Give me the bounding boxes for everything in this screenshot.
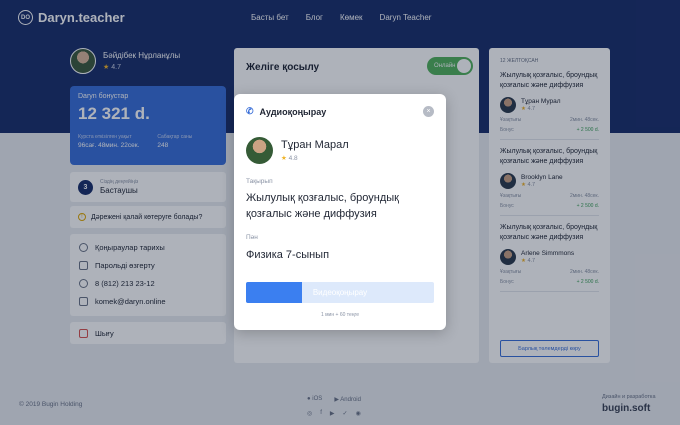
call-timer: 1 мин + 60 теңге <box>320 312 360 318</box>
phone-icon: ✆ <box>246 106 254 116</box>
audio-call-modal: ✆ Аудиоқоңырау × Тұран Марал ★ 4.8 Тақыр… <box>234 94 446 330</box>
avatar <box>246 137 273 164</box>
video-call-button[interactable]: Видеоқоңырау <box>246 282 434 303</box>
tutor-name: Тұран Марал <box>281 139 349 151</box>
tutor-rating: ★ 4.8 <box>281 154 349 162</box>
modal-title: Аудиоқоңырау <box>259 106 327 117</box>
close-icon[interactable]: × <box>423 106 434 117</box>
modal-header: ✆ Аудиоқоңырау <box>246 106 326 117</box>
star-icon: ★ <box>281 155 287 162</box>
subject-label: Пән <box>246 234 258 241</box>
tutor: Тұран Марал ★ 4.8 <box>246 137 349 164</box>
subject-value: Физика 7-сынып <box>246 249 330 261</box>
topic-label: Тақырып <box>246 178 273 185</box>
tutor-rating-value: 4.8 <box>288 155 298 162</box>
topic-value: Жылулық қозғалыс, броундық қозғалыс және… <box>246 192 399 220</box>
video-call-label: Видеоқоңырау <box>312 288 368 297</box>
